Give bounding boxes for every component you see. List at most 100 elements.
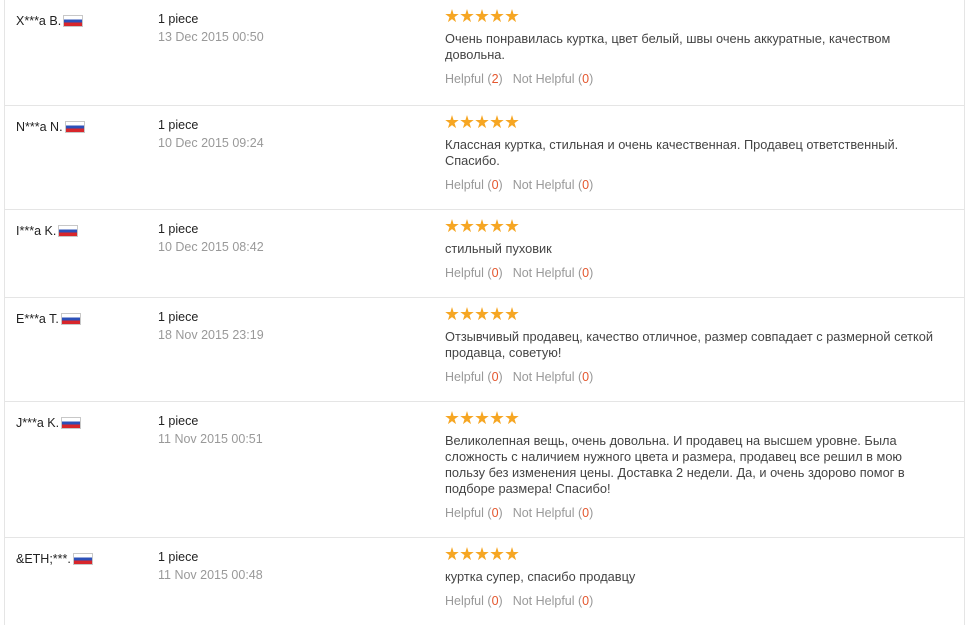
reviewer-name: E***a T.	[16, 312, 59, 326]
russia-flag-icon	[61, 417, 82, 429]
helpful-count: 0	[491, 370, 499, 384]
not-helpful-count: 0	[582, 370, 590, 384]
reviewer-name: N***a N.	[16, 120, 63, 134]
review-list: X***a B. 1 piece 13 Dec 2015 00:50 Очень…	[4, 0, 965, 625]
review-date: 13 Dec 2015 00:50	[158, 30, 264, 44]
order-quantity: 1 piece	[158, 12, 199, 26]
helpfulness-votes: Helpful (0) Not Helpful (0)	[445, 370, 945, 384]
star-rating	[445, 115, 945, 131]
star-rating	[445, 219, 945, 235]
russia-flag-icon	[72, 553, 93, 565]
star-rating	[445, 547, 945, 563]
not-helpful-label: Not Helpful	[512, 72, 575, 86]
not-helpful-button[interactable]: Not Helpful (0)	[513, 370, 594, 384]
reviewer: I***a K.	[16, 224, 79, 238]
not-helpful-count: 0	[582, 72, 590, 86]
star-icon	[445, 307, 459, 321]
review-item: I***a K. 1 piece 10 Dec 2015 08:42 стиль…	[4, 210, 965, 298]
order-quantity: 1 piece	[158, 414, 199, 428]
not-helpful-label: Not Helpful	[512, 178, 575, 192]
reviewer: J***a K.	[16, 416, 82, 430]
helpful-count: 0	[491, 506, 499, 520]
review-text: Великолепная вещь, очень довольна. И про…	[445, 433, 905, 496]
star-icon	[490, 9, 504, 23]
not-helpful-count: 0	[582, 506, 590, 520]
review-item: N***a N. 1 piece 10 Dec 2015 09:24 Класс…	[4, 106, 965, 210]
helpful-count: 0	[491, 266, 499, 280]
star-icon	[490, 411, 504, 425]
not-helpful-button[interactable]: Not Helpful (0)	[513, 72, 594, 86]
helpfulness-votes: Helpful (0) Not Helpful (0)	[445, 178, 945, 192]
helpful-button[interactable]: Helpful (0)	[445, 178, 503, 192]
star-icon	[460, 115, 474, 129]
not-helpful-label: Not Helpful	[512, 266, 575, 280]
star-icon	[505, 307, 519, 321]
not-helpful-count: 0	[582, 178, 590, 192]
star-icon	[505, 411, 519, 425]
star-icon	[475, 219, 489, 233]
helpfulness-votes: Helpful (2) Not Helpful (0)	[445, 72, 945, 86]
helpful-button[interactable]: Helpful (0)	[445, 266, 503, 280]
star-icon	[475, 9, 489, 23]
helpful-button[interactable]: Helpful (0)	[445, 506, 503, 520]
order-quantity: 1 piece	[158, 550, 199, 564]
helpfulness-votes: Helpful (0) Not Helpful (0)	[445, 506, 945, 520]
star-icon	[460, 9, 474, 23]
star-icon	[505, 115, 519, 129]
review-text: куртка супер, спасибо продавцу	[445, 569, 636, 584]
star-rating	[445, 307, 945, 323]
helpfulness-votes: Helpful (0) Not Helpful (0)	[445, 594, 945, 608]
not-helpful-button[interactable]: Not Helpful (0)	[513, 266, 594, 280]
reviewer: N***a N.	[16, 120, 85, 134]
reviewer-name: J***a K.	[16, 416, 60, 430]
reviewer-name: X***a B.	[16, 14, 62, 28]
review-item: X***a B. 1 piece 13 Dec 2015 00:50 Очень…	[4, 0, 965, 106]
reviewer-name: I***a K.	[16, 224, 57, 238]
star-icon	[490, 547, 504, 561]
review-date: 10 Dec 2015 08:42	[158, 240, 264, 254]
review-date: 11 Nov 2015 00:51	[158, 432, 263, 446]
star-icon	[460, 219, 474, 233]
order-quantity: 1 piece	[158, 222, 199, 236]
russia-flag-icon	[63, 15, 84, 27]
star-rating	[445, 411, 945, 427]
helpful-label: Helpful	[445, 72, 484, 86]
not-helpful-button[interactable]: Not Helpful (0)	[513, 178, 594, 192]
star-icon	[490, 219, 504, 233]
russia-flag-icon	[58, 225, 79, 237]
review-date: 18 Nov 2015 23:19	[158, 328, 264, 342]
review-item: &ETH;***. 1 piece 11 Nov 2015 00:48 курт…	[4, 538, 965, 625]
review-text: Отзывчивый продавец, качество отличное, …	[445, 329, 934, 360]
review-date: 11 Nov 2015 00:48	[158, 568, 263, 582]
star-icon	[460, 307, 474, 321]
not-helpful-label: Not Helpful	[512, 370, 575, 384]
star-icon	[445, 9, 459, 23]
star-icon	[475, 547, 489, 561]
helpful-button[interactable]: Helpful (0)	[445, 370, 503, 384]
reviewer: &ETH;***.	[16, 552, 93, 566]
reviewer: E***a T.	[16, 312, 81, 326]
star-icon	[475, 115, 489, 129]
star-icon	[460, 411, 474, 425]
helpful-button[interactable]: Helpful (2)	[445, 72, 503, 86]
helpful-button[interactable]: Helpful (0)	[445, 594, 503, 608]
not-helpful-button[interactable]: Not Helpful (0)	[513, 506, 594, 520]
star-icon	[445, 219, 459, 233]
helpful-label: Helpful	[445, 266, 484, 280]
star-icon	[460, 547, 474, 561]
helpful-count: 0	[491, 594, 499, 608]
helpful-label: Helpful	[445, 178, 484, 192]
russia-flag-icon	[64, 121, 85, 133]
star-rating	[445, 9, 945, 25]
russia-flag-icon	[60, 313, 81, 325]
review-item: E***a T. 1 piece 18 Nov 2015 23:19 Отзыв…	[4, 298, 965, 402]
review-date: 10 Dec 2015 09:24	[158, 136, 264, 150]
not-helpful-button[interactable]: Not Helpful (0)	[513, 594, 594, 608]
star-icon	[505, 219, 519, 233]
not-helpful-label: Not Helpful	[512, 594, 575, 608]
not-helpful-label: Not Helpful	[512, 506, 575, 520]
star-icon	[490, 115, 504, 129]
not-helpful-count: 0	[582, 594, 590, 608]
helpfulness-votes: Helpful (0) Not Helpful (0)	[445, 266, 945, 280]
helpful-count: 2	[491, 72, 499, 86]
